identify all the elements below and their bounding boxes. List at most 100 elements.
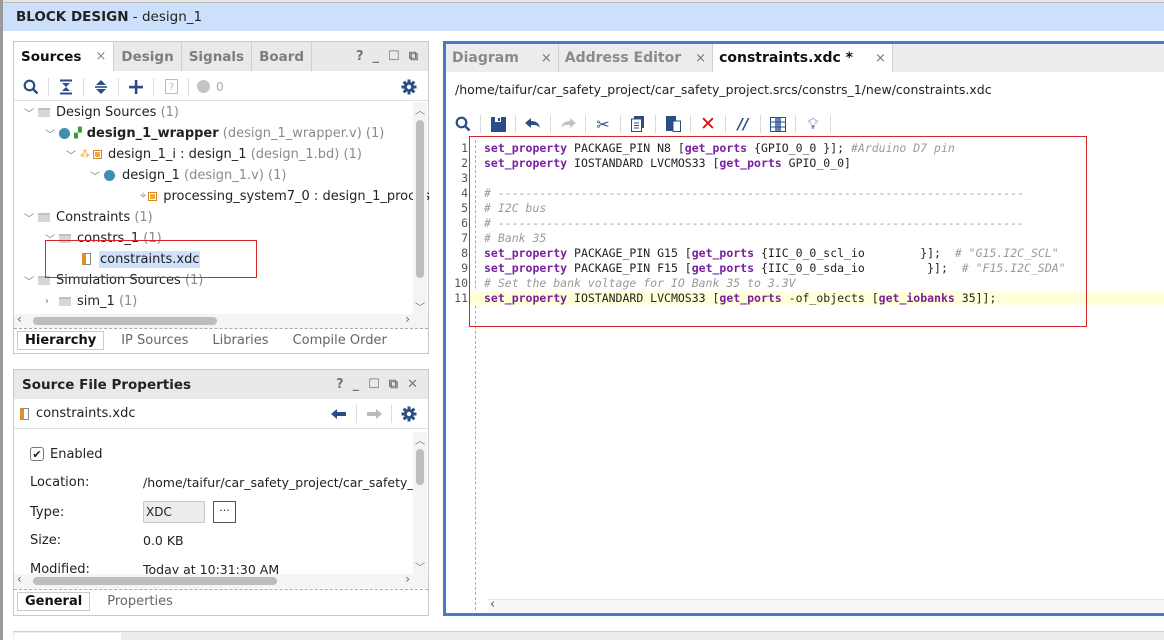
tab-sources[interactable]: Sources ×	[14, 42, 115, 71]
forward-arrow-icon[interactable]	[357, 401, 391, 427]
messages-indicator[interactable]: 0	[189, 74, 232, 100]
chevron-down-icon[interactable]: ﹀	[66, 147, 80, 162]
help-icon[interactable]: ?	[356, 49, 364, 64]
tab-general[interactable]: General	[17, 592, 91, 611]
tree-item-design-1-i[interactable]: ﹀ ⁂ design_1_i : design_1 (design_1.bd) …	[66, 144, 362, 164]
tab-address-editor[interactable]: Address Editor ×	[559, 44, 714, 72]
properties-header: Source File Properties ? _ ☐ ⧉ ✕	[14, 370, 428, 399]
float-icon[interactable]: ⧉	[409, 49, 418, 64]
editor-horizontal-scrollbar[interactable]: ‹	[488, 597, 1164, 613]
scroll-up-icon[interactable]: ︿	[415, 432, 425, 447]
type-field[interactable]: XDC	[143, 501, 205, 523]
add-sources-icon[interactable]	[119, 74, 153, 100]
scroll-thumb[interactable]	[33, 577, 277, 585]
paste-icon[interactable]	[656, 111, 690, 137]
scroll-right-icon[interactable]: ›	[405, 572, 410, 586]
scroll-down-icon[interactable]: ﹀	[415, 559, 425, 574]
editor-tabstrip: Diagram × Address Editor × constraints.x…	[446, 44, 1164, 72]
scroll-down-icon[interactable]: ﹀	[415, 299, 425, 314]
chevron-down-icon[interactable]: ﹀	[24, 273, 38, 288]
enabled-checkbox-row[interactable]: ✔ Enabled	[30, 444, 103, 464]
toggle-comment-icon[interactable]: //	[726, 111, 760, 137]
window-left-border	[0, 0, 3, 640]
properties-vertical-scrollbar[interactable]: ︿ ﹀	[413, 432, 427, 574]
scroll-left-icon[interactable]: ‹	[17, 312, 22, 326]
chevron-down-icon[interactable]: ﹀	[24, 105, 38, 120]
xdc-file-icon	[20, 407, 29, 420]
size-value: 0.0 KB	[143, 532, 184, 548]
scroll-thumb[interactable]	[33, 317, 217, 325]
minimize-icon[interactable]: _	[353, 377, 360, 392]
scroll-left-icon[interactable]: ‹	[490, 597, 495, 612]
properties-toolbar: constraints.xdc	[14, 399, 428, 429]
tab-design[interactable]: Design	[114, 42, 182, 71]
location-value: /home/taifur/car_safety_project/car_safe…	[143, 474, 422, 490]
line-number: 9	[461, 260, 468, 275]
insert-template-icon[interactable]	[761, 111, 795, 137]
chevron-down-icon[interactable]: ﹀	[90, 168, 104, 183]
chevron-down-icon[interactable]: ﹀	[24, 210, 38, 225]
search-icon[interactable]	[14, 74, 48, 100]
scroll-thumb[interactable]	[416, 449, 424, 485]
folder-icon	[59, 296, 71, 306]
delete-icon[interactable]: ✕	[691, 111, 725, 137]
chevron-down-icon[interactable]: ﹀	[45, 126, 59, 141]
close-icon[interactable]: ×	[875, 51, 886, 66]
maximize-icon[interactable]: ☐	[368, 377, 380, 392]
save-icon[interactable]	[481, 111, 515, 137]
search-icon[interactable]	[446, 111, 480, 137]
close-icon[interactable]: ×	[695, 51, 706, 66]
cut-icon[interactable]: ✂	[586, 111, 620, 137]
tab-signals[interactable]: Signals	[182, 42, 253, 71]
settings-gear-icon[interactable]	[392, 401, 426, 427]
type-more-button[interactable]: ···	[213, 501, 236, 523]
collapse-all-icon[interactable]	[49, 74, 83, 100]
tree-item-design-sources[interactable]: ﹀ Design Sources (1)	[24, 102, 179, 122]
tree-item-sim-1[interactable]: › sim_1 (1)	[45, 291, 137, 311]
back-arrow-icon[interactable]	[322, 401, 356, 427]
close-icon[interactable]: ×	[95, 49, 106, 64]
maximize-icon[interactable]: ☐	[388, 49, 400, 64]
scroll-left-icon[interactable]: ‹	[17, 572, 22, 586]
tab-constraints-xdc[interactable]: constraints.xdc * ×	[713, 44, 893, 72]
close-icon[interactable]: ×	[541, 51, 552, 66]
undo-icon[interactable]	[516, 111, 550, 137]
sources-tree: ﹀ Design Sources (1) ﹀ ▞ design_1_wrappe…	[14, 102, 430, 314]
close-icon[interactable]: ✕	[407, 377, 418, 392]
sources-vertical-scrollbar[interactable]: ︿ ﹀	[413, 102, 427, 314]
tree-item-constraints[interactable]: ﹀ Constraints (1)	[24, 207, 153, 227]
scroll-up-icon[interactable]: ︿	[415, 102, 425, 117]
redo-icon[interactable]	[551, 111, 585, 137]
tree-item-processing-system[interactable]: ⌖ processing_system7_0 : design_1_proces	[140, 186, 430, 206]
scroll-right-icon[interactable]: ›	[405, 312, 410, 326]
tab-hierarchy[interactable]: Hierarchy	[17, 331, 105, 350]
tab-ip-sources[interactable]: IP Sources	[114, 332, 195, 349]
expand-all-icon[interactable]	[84, 74, 118, 100]
tab-board[interactable]: Board	[252, 42, 313, 71]
annotation-highlight-tree	[45, 240, 257, 278]
float-icon[interactable]: ⧉	[389, 377, 398, 392]
tab-compile-order[interactable]: Compile Order	[286, 332, 394, 349]
tree-item-label: sim_1	[77, 293, 115, 309]
tab-properties[interactable]: Properties	[100, 593, 180, 610]
enabled-checkbox[interactable]: ✔	[30, 447, 44, 461]
help-icon[interactable]: ?	[336, 377, 344, 392]
tab-label: Sources	[21, 48, 82, 65]
chevron-right-icon[interactable]: ›	[45, 296, 59, 307]
sources-horizontal-scrollbar[interactable]: ‹ ›	[14, 312, 428, 328]
tab-label: Design	[121, 48, 174, 65]
unknown-file-icon[interactable]: ?	[154, 74, 188, 100]
tab-diagram[interactable]: Diagram ×	[446, 44, 559, 72]
minimize-icon[interactable]: _	[373, 49, 380, 64]
tree-item-design-1[interactable]: ﹀ design_1 (design_1.v) (1)	[90, 165, 286, 185]
copy-icon[interactable]	[621, 111, 655, 137]
settings-gear-icon[interactable]	[392, 74, 426, 100]
properties-horizontal-scrollbar[interactable]: ‹ ›	[14, 572, 428, 588]
tree-item-design-1-wrapper[interactable]: ﹀ ▞ design_1_wrapper (design_1_wrapper.v…	[45, 123, 384, 143]
lightbulb-icon[interactable]: 💡︎	[796, 111, 830, 137]
scroll-thumb[interactable]	[416, 120, 424, 278]
vivado-window: BLOCK DESIGN - design_1 Sources × Design…	[0, 0, 1164, 641]
tab-label: Signals	[188, 48, 245, 65]
source-file-properties-panel: Source File Properties ? _ ☐ ⧉ ✕ constra…	[13, 369, 429, 616]
tab-libraries[interactable]: Libraries	[205, 332, 275, 349]
